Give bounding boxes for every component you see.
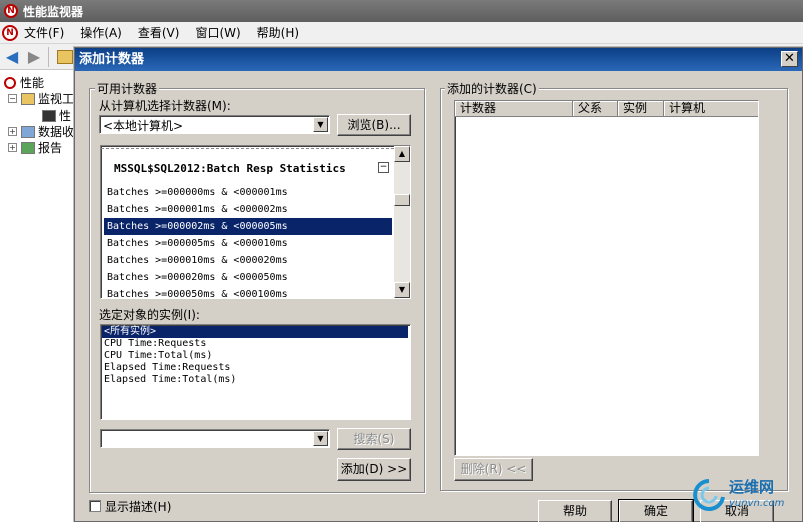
- folder-icon[interactable]: [57, 50, 73, 64]
- scroll-down-icon[interactable]: ▼: [394, 282, 410, 298]
- folder-icon: [21, 92, 35, 105]
- column-header-parent[interactable]: 父系: [573, 101, 618, 117]
- dialog-title: 添加计数器: [79, 52, 145, 67]
- tree-item-label: 监视工: [38, 92, 74, 106]
- watermark-url: yunvn.com: [729, 498, 785, 509]
- list-top-separator: [101, 146, 394, 149]
- column-header-instance[interactable]: 实例: [618, 101, 664, 117]
- watermark-swirl-icon: [693, 479, 725, 511]
- show-description-checkbox[interactable]: [89, 500, 101, 512]
- computer-combobox-value: <本地计算机>: [103, 119, 184, 133]
- counter-list-item[interactable]: Batches >=000001ms & <000002ms: [104, 201, 392, 218]
- dialog-title-bar: 添加计数器: [75, 48, 802, 71]
- scroll-thumb[interactable]: [394, 194, 410, 206]
- search-combobox[interactable]: ▼: [100, 429, 330, 448]
- navigation-tree: 性能 − 监视工 性 + 数据收 + 报告: [0, 70, 74, 522]
- counter-list-item[interactable]: Batches >=000000ms & <000001ms: [104, 184, 392, 201]
- menu-help[interactable]: 帮助(H): [257, 24, 299, 41]
- tree-item-performance-monitor[interactable]: 性: [42, 107, 71, 124]
- data-collector-icon: [21, 125, 35, 138]
- tree-item-reports[interactable]: + 报告: [8, 139, 62, 156]
- perfmon-menu-icon[interactable]: N: [2, 24, 18, 41]
- show-description-label[interactable]: 显示描述(H): [105, 498, 171, 515]
- counter-list-item[interactable]: Batches >=000020ms & <000050ms: [104, 269, 392, 286]
- expand-icon[interactable]: +: [8, 143, 17, 152]
- tree-item-performance[interactable]: 性能: [4, 74, 44, 91]
- instance-list-item[interactable]: Elapsed Time:Requests: [102, 362, 408, 374]
- menu-file[interactable]: 文件(F): [24, 24, 64, 41]
- close-button[interactable]: ✕: [781, 51, 798, 67]
- computer-combobox[interactable]: <本地计算机> ▼: [99, 115, 330, 134]
- available-counters-title: 可用计数器: [95, 80, 160, 97]
- menu-window[interactable]: 窗口(W): [195, 24, 240, 41]
- toolbar-separator: [48, 47, 49, 67]
- scroll-up-icon[interactable]: ▲: [394, 146, 410, 162]
- tree-item-label: 数据收: [38, 125, 74, 139]
- tree-item-label: 性能: [20, 76, 45, 90]
- collapse-icon[interactable]: −: [378, 162, 389, 173]
- perfmon-node-icon: [4, 76, 16, 89]
- search-button[interactable]: 搜索(S): [337, 428, 411, 450]
- tree-item-label: 性: [59, 109, 72, 123]
- instance-list-item[interactable]: CPU Time:Requests: [102, 338, 408, 350]
- counter-list[interactable]: MSSQL$SQL2012:Batch Resp Statistics − Ba…: [100, 145, 411, 299]
- ok-button[interactable]: 确定: [618, 499, 694, 522]
- column-header-counter[interactable]: 计数器: [455, 101, 573, 117]
- help-button[interactable]: 帮助: [538, 500, 612, 522]
- report-icon: [21, 141, 35, 154]
- close-icon: ✕: [784, 51, 795, 66]
- chevron-down-icon[interactable]: ▼: [313, 431, 328, 446]
- tree-item-monitoring-tools[interactable]: − 监视工: [8, 90, 74, 107]
- back-arrow-icon[interactable]: ◀: [3, 49, 21, 65]
- menu-view[interactable]: 查看(V): [138, 24, 180, 41]
- counter-list-scrollbar[interactable]: ▲ ▼: [394, 146, 410, 298]
- instances-list[interactable]: <所有实例> CPU Time:Requests CPU Time:Total(ms…: [100, 324, 411, 420]
- instance-list-item[interactable]: CPU Time:Total(ms): [102, 350, 408, 362]
- added-counters-table[interactable]: 计数器 父系 实例 计算机: [454, 100, 759, 456]
- instances-label: 选定对象的实例(I):: [99, 308, 200, 322]
- forward-arrow-icon[interactable]: ▶: [25, 49, 43, 65]
- tree-item-label: 报告: [38, 141, 63, 155]
- browse-button[interactable]: 浏览(B)...: [337, 114, 411, 136]
- perfmon-app-icon: N: [4, 4, 18, 18]
- menu-bar: N 文件(F) 操作(A) 查看(V) 窗口(W) 帮助(H): [0, 22, 803, 44]
- add-counters-dialog: 添加计数器 ✕ 可用计数器 从计算机选择计数器(M): <本地计算机> ▼ 浏览…: [74, 47, 803, 522]
- main-window-title: 性能监视器: [23, 4, 84, 19]
- column-header-computer[interactable]: 计算机: [664, 101, 758, 117]
- counter-category-name[interactable]: MSSQL$SQL2012:Batch Resp Statistics: [114, 162, 346, 175]
- computer-select-label: 从计算机选择计数器(M):: [99, 99, 231, 113]
- chevron-down-icon[interactable]: ▼: [313, 117, 328, 132]
- counter-list-item[interactable]: Batches >=000005ms & <000010ms: [104, 235, 392, 252]
- watermark-logo: 运维网 yunvn.com: [691, 474, 799, 516]
- expand-icon[interactable]: +: [8, 127, 17, 136]
- remove-button[interactable]: 删除(R) <<: [454, 458, 533, 481]
- counter-list-item[interactable]: Batches >=000050ms & <000100ms: [104, 286, 392, 298]
- chart-icon: [42, 109, 56, 122]
- added-counters-title: 添加的计数器(C): [445, 80, 539, 97]
- counter-list-item[interactable]: Batches >=000010ms & <000020ms: [104, 252, 392, 269]
- menu-action[interactable]: 操作(A): [80, 24, 122, 41]
- main-title-bar: N 性能监视器: [0, 0, 803, 22]
- instance-list-item[interactable]: Elapsed Time:Total(ms): [102, 374, 408, 386]
- watermark-text: 运维网: [729, 478, 775, 496]
- instance-list-item[interactable]: <所有实例>: [102, 326, 408, 338]
- tree-item-data-collector-sets[interactable]: + 数据收: [8, 123, 74, 140]
- collapse-icon[interactable]: −: [8, 94, 17, 103]
- add-button[interactable]: 添加(D) >>: [337, 458, 411, 481]
- counter-list-item[interactable]: Batches >=000002ms & <000005ms: [103, 217, 393, 236]
